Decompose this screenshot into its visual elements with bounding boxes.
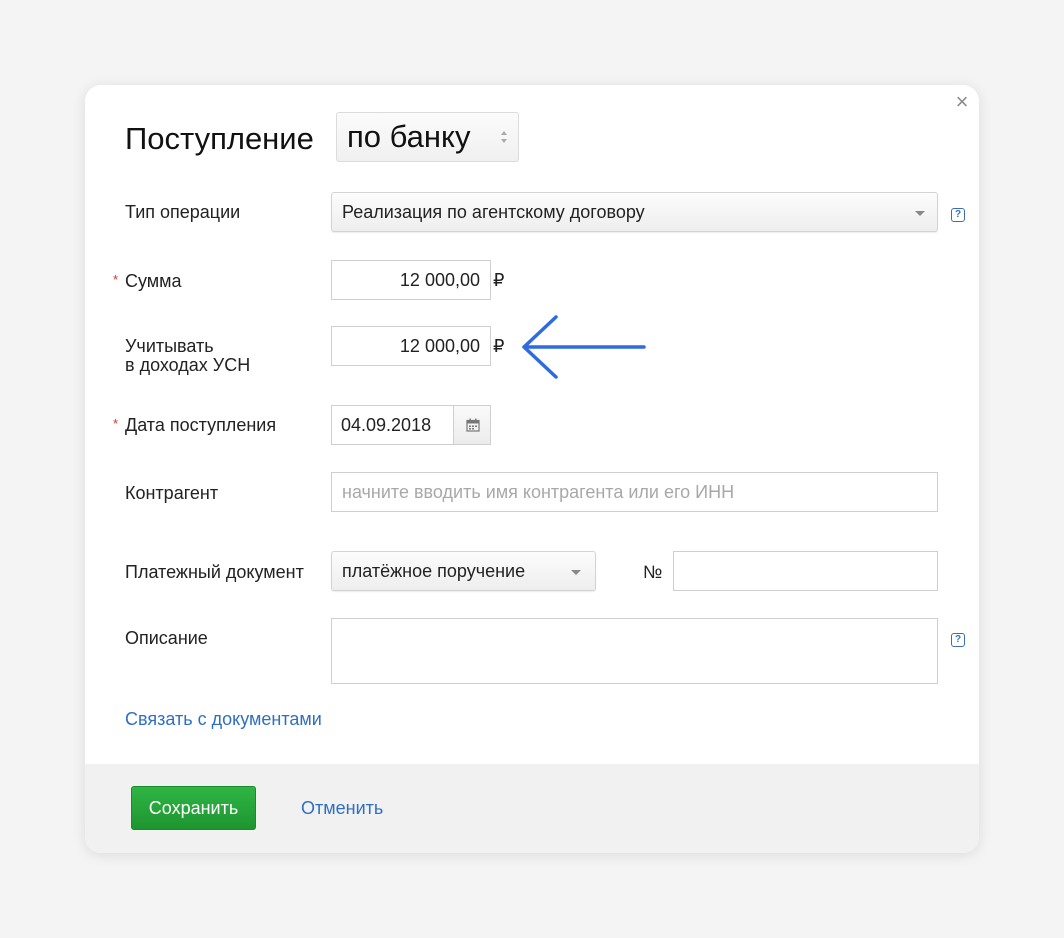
required-mark: *	[113, 416, 119, 431]
ruble-sign: ₽	[493, 270, 505, 290]
close-icon[interactable]: ×	[951, 91, 973, 113]
chevron-down-icon	[915, 211, 925, 216]
ruble-sign: ₽	[493, 336, 505, 356]
amount-label: Сумма	[125, 271, 182, 291]
operation-type-select[interactable]: Реализация по агентскому договору	[331, 192, 938, 232]
receipt-kind-select[interactable]: по банку	[336, 112, 519, 162]
document-number-input[interactable]	[673, 551, 938, 591]
payment-document-value: платёжное поручение	[342, 561, 526, 581]
receipt-kind-value: по банку	[347, 119, 471, 154]
usn-income-input[interactable]: 12 000,00	[331, 326, 491, 366]
pointer-arrow-icon	[522, 315, 646, 379]
updown-arrows-icon	[501, 131, 507, 143]
calendar-button[interactable]	[453, 405, 491, 445]
cancel-link[interactable]: Отменить	[301, 798, 383, 819]
save-button[interactable]: Сохранить	[131, 786, 256, 830]
calendar-icon	[466, 418, 480, 432]
description-label: Описание	[125, 628, 208, 648]
help-icon[interactable]: ?	[951, 633, 965, 647]
receipt-date-label: Дата поступления	[125, 415, 277, 435]
help-icon[interactable]: ?	[951, 208, 965, 222]
usn-income-label-line2: в доходах УСН	[125, 355, 251, 375]
operation-type-value: Реализация по агентскому договору	[342, 202, 645, 222]
incoming-payment-dialog: × Поступление по банку Тип операции Реал…	[85, 85, 979, 853]
counterparty-input[interactable]: начните вводить имя контрагента или его …	[331, 472, 938, 512]
description-textarea[interactable]	[331, 618, 938, 684]
link-documents-link[interactable]: Связать с документами	[125, 709, 322, 730]
document-number-label: №	[643, 562, 663, 582]
payment-document-select[interactable]: платёжное поручение	[331, 551, 596, 591]
receipt-date-input[interactable]: 04.09.2018	[331, 405, 454, 445]
amount-input[interactable]: 12 000,00	[331, 260, 491, 300]
chevron-down-icon	[571, 570, 581, 575]
usn-income-label-line1: Учитывать	[125, 336, 214, 356]
page-title: Поступление	[125, 121, 314, 156]
dialog-footer: Сохранить Отменить	[85, 764, 979, 853]
payment-document-label: Платежный документ	[125, 562, 304, 582]
required-mark: *	[113, 272, 119, 287]
operation-type-label: Тип операции	[125, 202, 241, 222]
usn-income-label: Учитывать в доходах УСН	[125, 337, 250, 375]
counterparty-label: Контрагент	[125, 483, 219, 503]
